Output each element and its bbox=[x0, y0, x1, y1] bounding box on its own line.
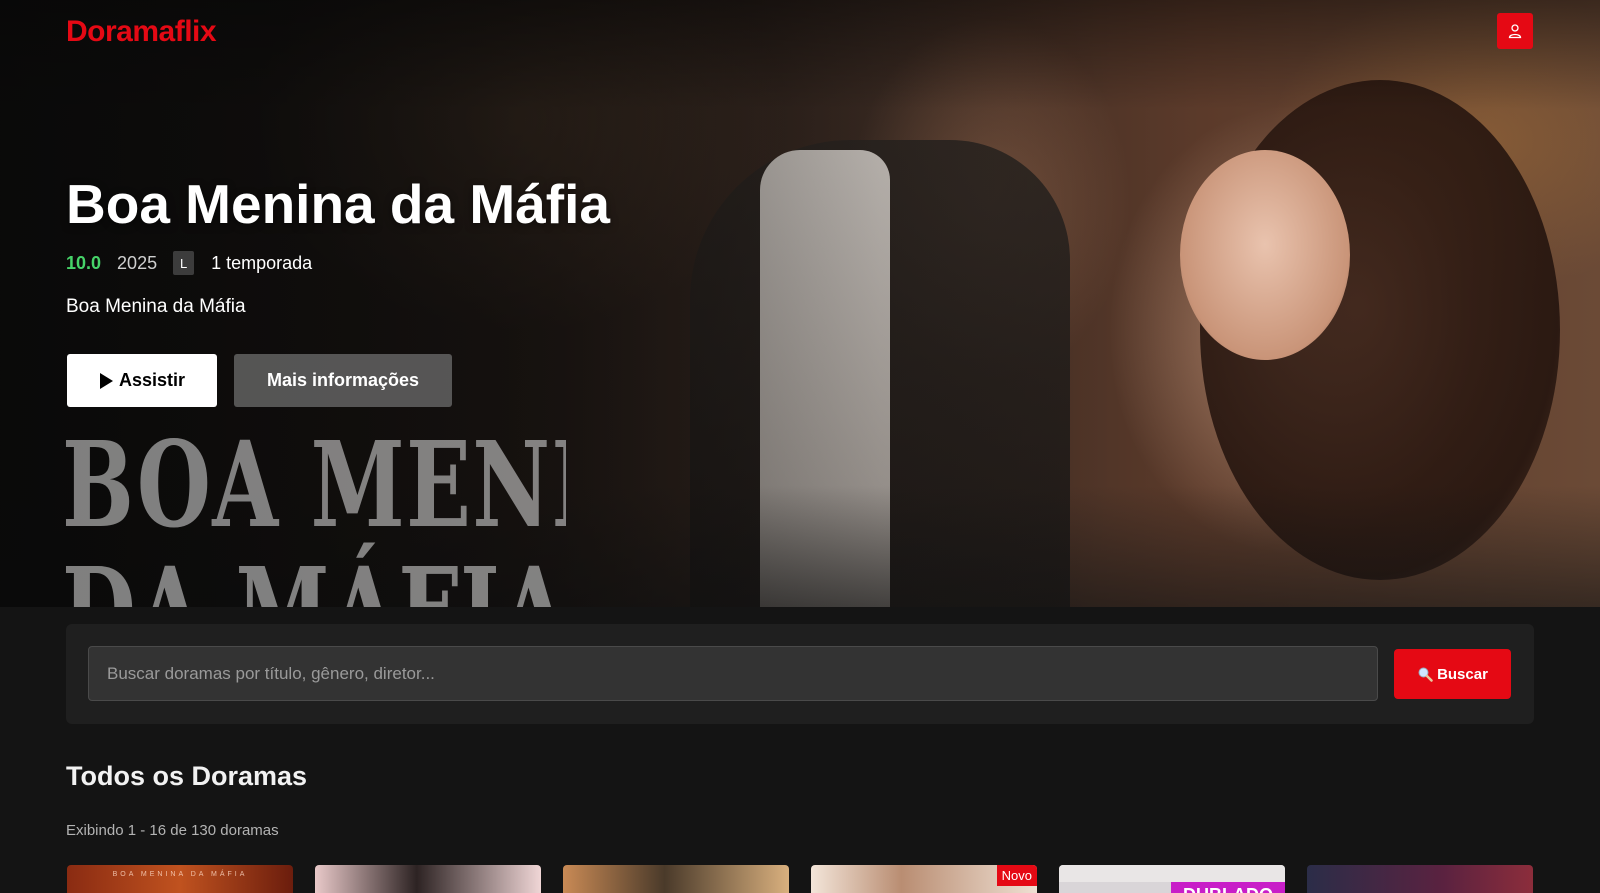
card-poster-strip bbox=[1059, 865, 1285, 882]
section-title: Todos os Doramas bbox=[66, 761, 308, 791]
drama-card[interactable]: BOA MENINA DA MÁFIA bbox=[67, 865, 293, 893]
release-year: 2025 bbox=[117, 252, 158, 273]
dubbed-label: DUBLADO bbox=[1171, 882, 1285, 893]
drama-card[interactable] bbox=[1307, 865, 1533, 893]
site-logo[interactable]: Doramaflix bbox=[66, 15, 217, 49]
drama-card[interactable] bbox=[563, 865, 789, 893]
drama-card[interactable]: DUBLADO bbox=[1059, 865, 1285, 893]
rating-value: 10.0 bbox=[66, 252, 102, 273]
card-poster-caption: BOA MENINA DA MÁFIA bbox=[112, 871, 248, 878]
new-badge: Novo bbox=[996, 865, 1037, 886]
season-count: 1 temporada bbox=[211, 252, 313, 273]
hero-meta: 10.0 2025 L 1 temporada bbox=[66, 251, 312, 275]
hero-art-line1: BOA MENINA bbox=[62, 426, 566, 554]
play-icon bbox=[99, 372, 113, 389]
drama-card[interactable]: Novo bbox=[811, 865, 1037, 893]
more-info-label: Mais informações bbox=[266, 370, 420, 390]
drama-card[interactable] bbox=[315, 865, 541, 893]
hero-art-line2: DA MÁFIA bbox=[62, 552, 566, 608]
search-panel: Buscar bbox=[66, 624, 1534, 724]
play-button-label: Assistir bbox=[118, 370, 186, 390]
more-info-button[interactable]: Mais informações bbox=[234, 354, 452, 407]
age-rating-badge: L bbox=[173, 251, 195, 275]
search-input[interactable] bbox=[88, 646, 1378, 701]
search-button[interactable]: Buscar bbox=[1394, 649, 1511, 699]
hero-art-logo: BOA MENINA DA MÁFIA bbox=[62, 426, 566, 607]
search-icon bbox=[1418, 667, 1433, 682]
search-button-label: Buscar bbox=[1437, 665, 1488, 683]
play-button[interactable]: Assistir bbox=[67, 354, 217, 407]
user-icon bbox=[1508, 24, 1522, 39]
profile-button[interactable] bbox=[1497, 13, 1533, 49]
hero-description: Boa Menina da Máfia bbox=[66, 296, 246, 317]
hero-title: Boa Menina da Máfia bbox=[66, 173, 610, 235]
results-count: Exibindo 1 - 16 de 130 doramas bbox=[66, 822, 279, 839]
